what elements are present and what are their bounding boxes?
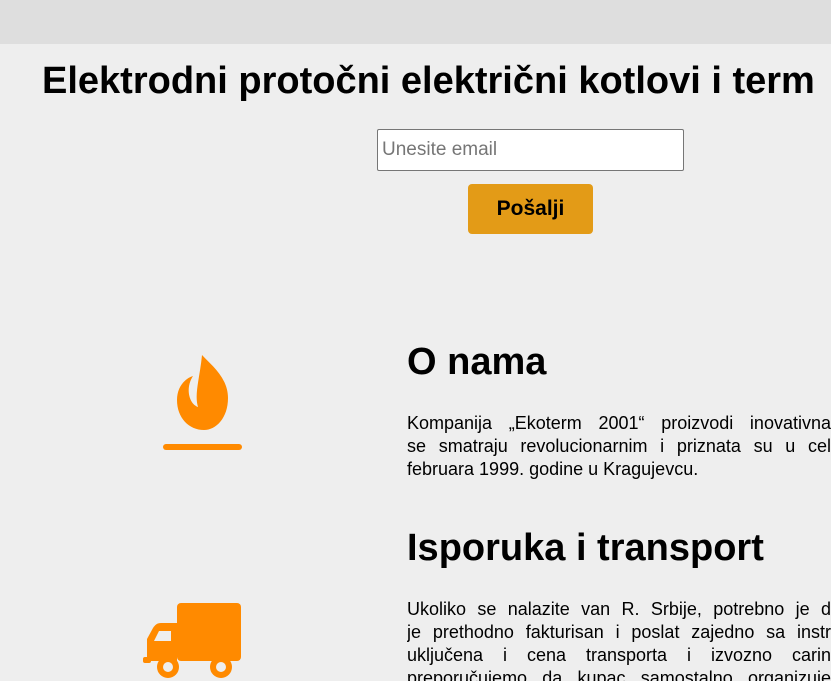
truck-icon <box>143 603 241 678</box>
text-line: preporučujemo da kupac samostalno organi… <box>407 668 831 681</box>
browser-top-bar <box>0 0 831 44</box>
text-line: se smatraju revolucionarnim i priznata s… <box>407 436 831 456</box>
text-line: uključena i cena transporta i izvozno ca… <box>407 645 831 665</box>
send-button[interactable]: Pošalji <box>468 184 593 234</box>
text-line: je prethodno fakturisan i poslat zajedno… <box>407 622 831 642</box>
text-line: februara 1999. godine u Kragujevcu. <box>407 459 699 479</box>
page-title: Elektrodni protočni električni kotlovi i… <box>42 60 815 102</box>
text-line: Ukoliko se nalazite van R. Srbije, potre… <box>407 599 831 619</box>
section-title-isporuka: Isporuka i transport <box>407 527 764 569</box>
text-line: Kompanija „Ekoterm 2001“ proizvodi inova… <box>407 413 831 433</box>
flame-icon <box>163 355 242 450</box>
email-input[interactable] <box>377 129 684 171</box>
section-text-isporuka: Ukoliko se nalazite van R. Srbije, potre… <box>407 598 831 681</box>
section-text-o-nama: Kompanija „Ekoterm 2001“ proizvodi inova… <box>407 412 831 481</box>
section-title-o-nama: O nama <box>407 341 547 383</box>
page-content: Elektrodni protočni električni kotlovi i… <box>0 44 831 681</box>
